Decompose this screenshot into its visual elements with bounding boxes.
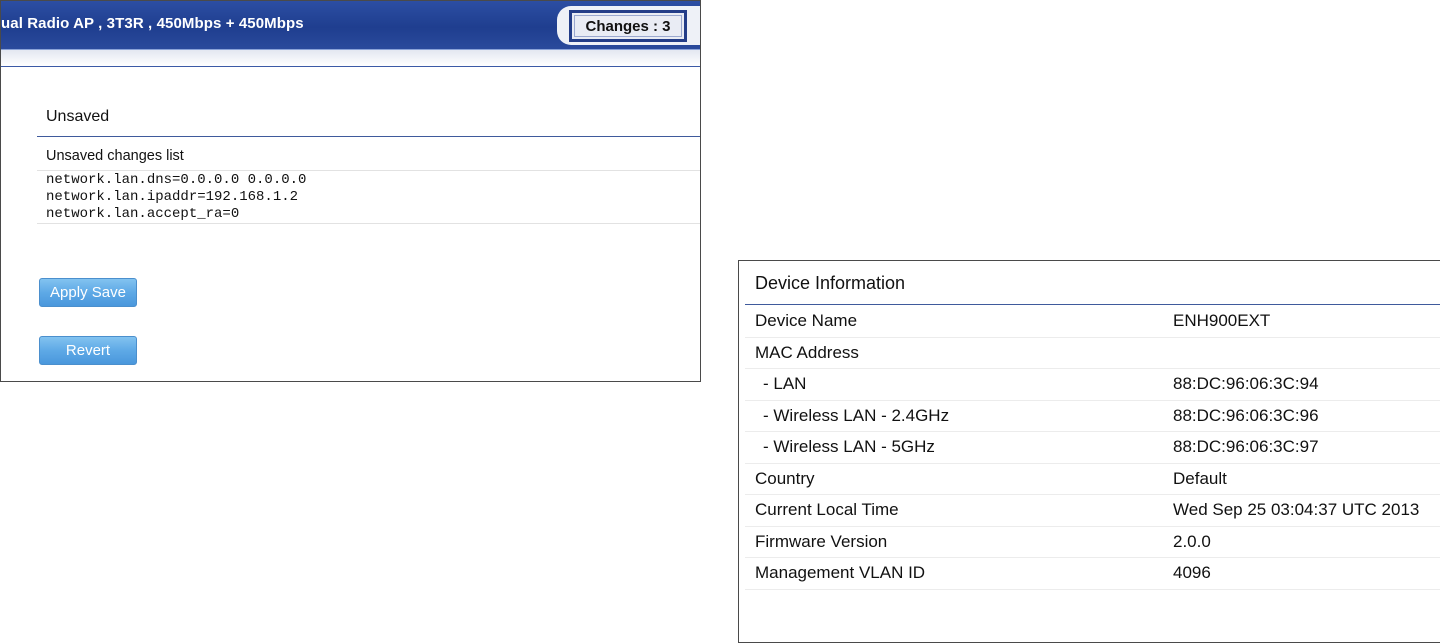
table-row: Current Local Time Wed Sep 25 03:04:37 U… <box>745 494 1440 527</box>
changes-counter-button[interactable]: Changes : 3 <box>569 10 687 42</box>
row-value: Default <box>1163 463 1440 495</box>
section-divider <box>37 136 700 137</box>
table-row: Firmware Version 2.0.0 <box>745 526 1440 558</box>
device-information-title: Device Information <box>755 273 906 293</box>
row-label: Country <box>745 463 1163 495</box>
row-value: 88:DC:96:06:3C:96 <box>1163 400 1440 432</box>
unsaved-changes-panel: ual Radio AP , 3T3R , 450Mbps + 450Mbps … <box>0 0 701 382</box>
row-value: 88:DC:96:06:3C:94 <box>1163 368 1440 401</box>
page: ual Radio AP , 3T3R , 450Mbps + 450Mbps … <box>0 0 1440 643</box>
table-row: Device Name ENH900EXT <box>745 306 1440 338</box>
section-divider <box>745 304 1440 305</box>
row-value: 4096 <box>1163 557 1440 590</box>
row-label: - Wireless LAN - 5GHz <box>745 431 1163 464</box>
table-row: Management VLAN ID 4096 <box>745 557 1440 590</box>
unsaved-changes-list: network.lan.dns=0.0.0.0 0.0.0.0 network.… <box>46 172 306 223</box>
revert-button[interactable]: Revert <box>39 336 137 365</box>
row-value: 88:DC:96:06:3C:97 <box>1163 431 1440 464</box>
table-row: - Wireless LAN - 2.4GHz 88:DC:96:06:3C:9… <box>745 400 1440 432</box>
row-value: ENH900EXT <box>1163 306 1440 338</box>
subheader-strip <box>1 50 700 67</box>
device-information-table: Device Name ENH900EXT MAC Address - LAN … <box>745 306 1440 590</box>
table-row: Country Default <box>745 463 1440 495</box>
row-label: Management VLAN ID <box>745 557 1163 590</box>
device-information-panel: Device Information Device Name ENH900EXT… <box>738 260 1440 643</box>
row-label: Device Name <box>745 306 1163 338</box>
change-item: network.lan.dns=0.0.0.0 0.0.0.0 <box>46 172 307 188</box>
row-label: Current Local Time <box>745 494 1163 527</box>
row-label: - Wireless LAN - 2.4GHz <box>745 400 1163 432</box>
row-value: 2.0.0 <box>1163 526 1440 558</box>
change-item: network.lan.ipaddr=192.168.1.2 <box>46 189 299 205</box>
unsaved-changes-list-label: Unsaved changes list <box>46 148 184 164</box>
apply-save-button[interactable]: Apply Save <box>39 278 137 307</box>
row-value: Wed Sep 25 03:04:37 UTC 2013 <box>1163 494 1440 527</box>
table-row: - LAN 88:DC:96:06:3C:94 <box>745 368 1440 401</box>
unsaved-section-title: Unsaved <box>46 108 110 125</box>
table-row: - Wireless LAN - 5GHz 88:DC:96:06:3C:97 <box>745 431 1440 464</box>
change-item: network.lan.accept_ra=0 <box>46 206 240 222</box>
row-label: MAC Address <box>745 337 1163 369</box>
list-bottom-divider <box>37 223 700 224</box>
list-top-divider <box>37 170 700 171</box>
row-label: Firmware Version <box>745 526 1163 558</box>
row-value <box>1163 337 1440 369</box>
product-title: ual Radio AP , 3T3R , 450Mbps + 450Mbps <box>1 15 304 32</box>
row-label: - LAN <box>745 368 1163 401</box>
header-bar: ual Radio AP , 3T3R , 450Mbps + 450Mbps … <box>1 1 700 50</box>
table-row: MAC Address <box>745 337 1440 369</box>
